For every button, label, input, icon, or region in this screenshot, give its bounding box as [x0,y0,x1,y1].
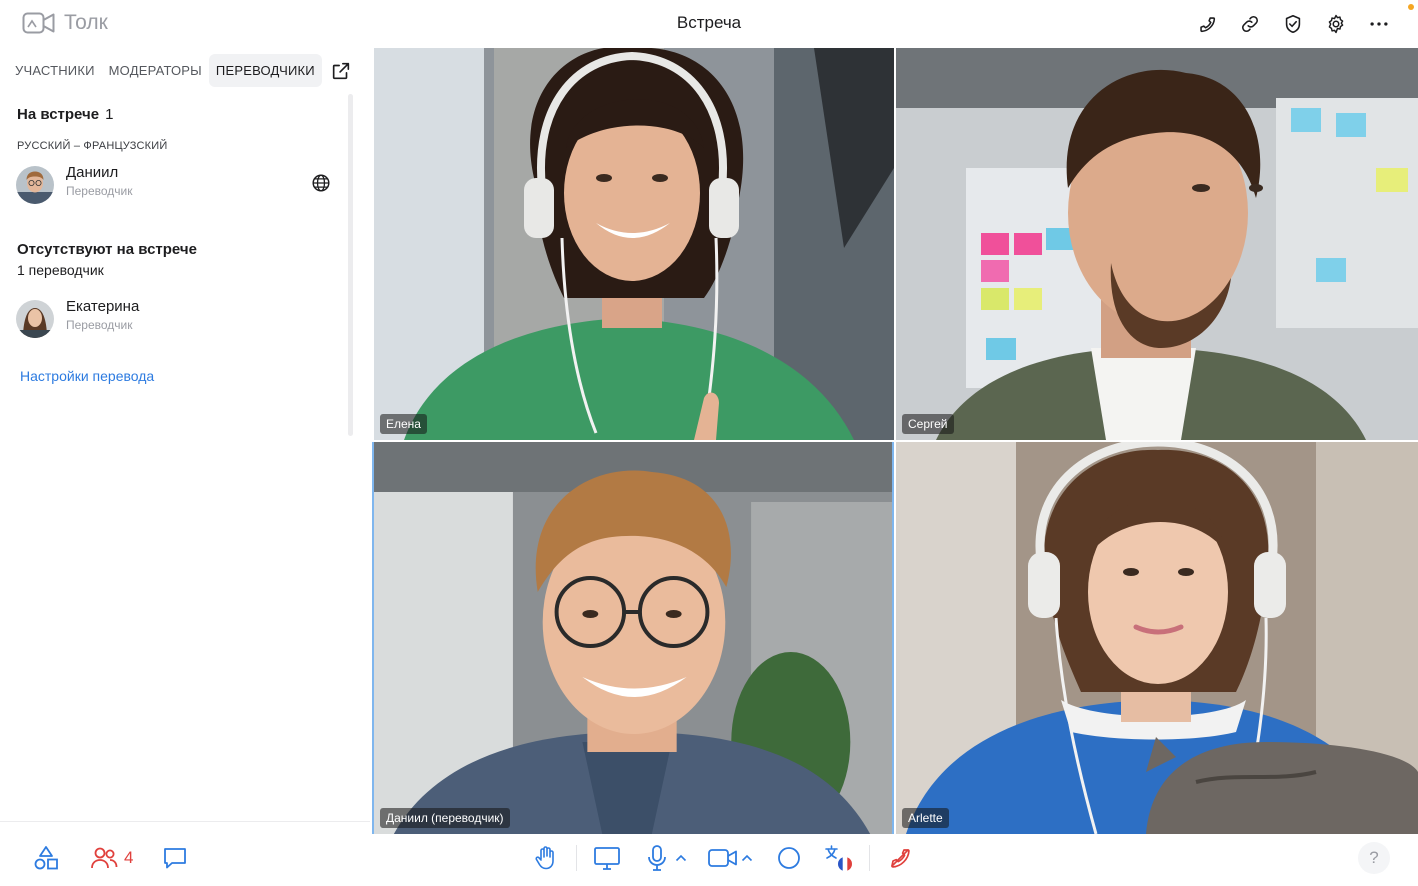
raise-hand-icon[interactable] [530,842,562,874]
person-name: Даниил [66,164,119,181]
more-icon[interactable] [1366,11,1392,37]
divider [576,845,577,871]
video-frame [374,442,892,834]
translation-settings-link[interactable]: Настройки перевода [20,368,154,384]
open-external-icon[interactable] [330,60,352,82]
notification-dot [1408,4,1414,10]
present-title-text: На встрече [17,106,100,123]
shield-check-icon[interactable] [1280,11,1306,37]
participant-name-tag: Даниил (переводчик) [380,808,510,828]
divider [0,821,370,822]
help-button[interactable]: ? [1358,842,1390,874]
camera-icon[interactable] [707,842,739,874]
participants-button[interactable]: 4 [88,842,133,874]
video-tile-arlette[interactable]: Arlette [896,442,1418,834]
present-count: 1 [105,106,114,123]
absent-subtitle: 1 переводчик [17,262,104,278]
tab-moderators[interactable]: МОДЕРАТОРЫ [102,54,209,87]
video-frame [896,442,1418,834]
top-bar: Толк Встреча [0,0,1418,48]
chat-icon[interactable] [159,842,191,874]
participant-name-tag: Елена [380,414,427,434]
users-icon [88,842,120,874]
person-role: Переводчик [66,184,133,198]
person-role: Переводчик [66,318,133,332]
globe-icon[interactable] [310,172,332,194]
bottom-left-actions: 4 [30,842,191,874]
participant-name-tag: Сергей [902,414,954,434]
record-icon[interactable] [773,842,805,874]
participant-name-tag: Arlette [902,808,949,828]
phone-icon[interactable] [1194,11,1220,37]
list-item[interactable]: Даниил Переводчик [16,164,336,204]
call-controls [530,842,916,874]
person-name: Екатерина [66,298,140,315]
microphone-icon[interactable] [641,842,673,874]
participants-count: 4 [124,848,134,867]
video-grid: Елена Сергей Даниил (переводчик) Arlette [372,48,1418,834]
avatar [16,166,54,204]
language-pair: РУССКИЙ – ФРАНЦУЗСКИЙ [17,140,168,152]
chevron-up-icon[interactable] [673,842,689,874]
tab-participants[interactable]: УЧАСТНИКИ [8,54,102,87]
tab-interpreters[interactable]: ПЕРЕВОДЧИКИ [208,54,322,87]
video-frame [896,48,1418,440]
absent-section-title: Отсутствуют на встрече [17,241,197,258]
avatar [16,300,54,338]
chevron-up-icon[interactable] [739,842,755,874]
divider [869,845,870,871]
shapes-icon[interactable] [30,842,62,874]
sidebar: УЧАСТНИКИ МОДЕРАТОРЫ ПЕРЕВОДЧИКИ На встр… [0,48,370,821]
present-section-title: На встрече 1 [17,106,113,123]
hang-up-icon[interactable] [884,842,916,874]
list-item[interactable]: Екатерина Переводчик [16,298,336,338]
video-tile-daniil[interactable]: Даниил (переводчик) [372,442,894,834]
top-actions [1194,11,1392,37]
sidebar-scrollbar[interactable] [348,94,353,436]
link-icon[interactable] [1237,11,1263,37]
video-frame [374,48,894,440]
gear-icon[interactable] [1323,11,1349,37]
screen-share-icon[interactable] [591,842,623,874]
bottom-bar: 4 ? [0,834,1418,886]
video-tile-elena[interactable]: Елена [374,48,894,440]
video-tile-sergey[interactable]: Сергей [896,48,1418,440]
sidebar-tabs: УЧАСТНИКИ МОДЕРАТОРЫ ПЕРЕВОДЧИКИ [8,54,352,87]
translate-icon[interactable] [823,842,855,874]
